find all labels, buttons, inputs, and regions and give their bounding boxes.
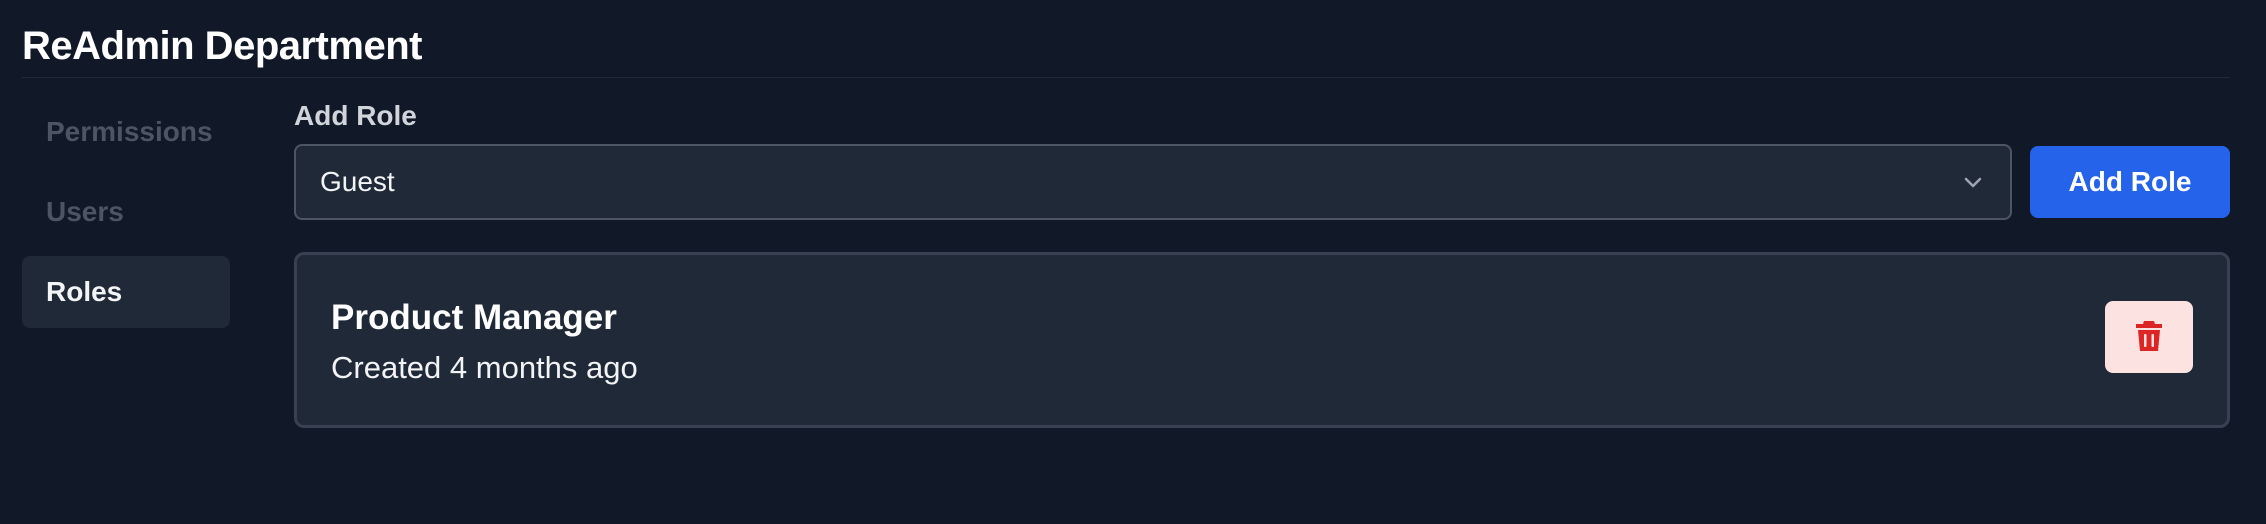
- role-select-value: Guest: [320, 166, 395, 197]
- role-created: Created 4 months ago: [331, 350, 638, 385]
- sidebar-item-label: Roles: [46, 276, 123, 307]
- role-management-page: ReAdmin Department Permissions Users Rol…: [0, 0, 2266, 524]
- chevron-down-icon: [1958, 167, 1988, 197]
- sidebar-item-label: Users: [46, 196, 124, 227]
- sidebar-item-label: Permissions: [46, 116, 213, 147]
- role-name: Product Manager: [331, 298, 617, 337]
- trash-icon: [2134, 319, 2164, 356]
- header-divider: [22, 77, 2230, 78]
- add-role-section: Add Role Guest Add Role: [294, 96, 2230, 220]
- delete-role-button[interactable]: [2105, 301, 2193, 373]
- add-role-row: Guest Add Role: [294, 144, 2230, 220]
- role-card: Product Manager Created 4 months ago: [294, 252, 2230, 428]
- add-role-label: Add Role: [294, 100, 417, 131]
- sidebar: Permissions Users Roles: [22, 96, 230, 336]
- add-role-button[interactable]: Add Role: [2030, 146, 2230, 218]
- sidebar-item-roles[interactable]: Roles: [22, 256, 230, 328]
- page-title: ReAdmin Department: [22, 24, 422, 68]
- sidebar-item-users[interactable]: Users: [22, 176, 230, 248]
- role-select[interactable]: Guest: [294, 144, 2012, 220]
- sidebar-item-permissions[interactable]: Permissions: [22, 96, 230, 168]
